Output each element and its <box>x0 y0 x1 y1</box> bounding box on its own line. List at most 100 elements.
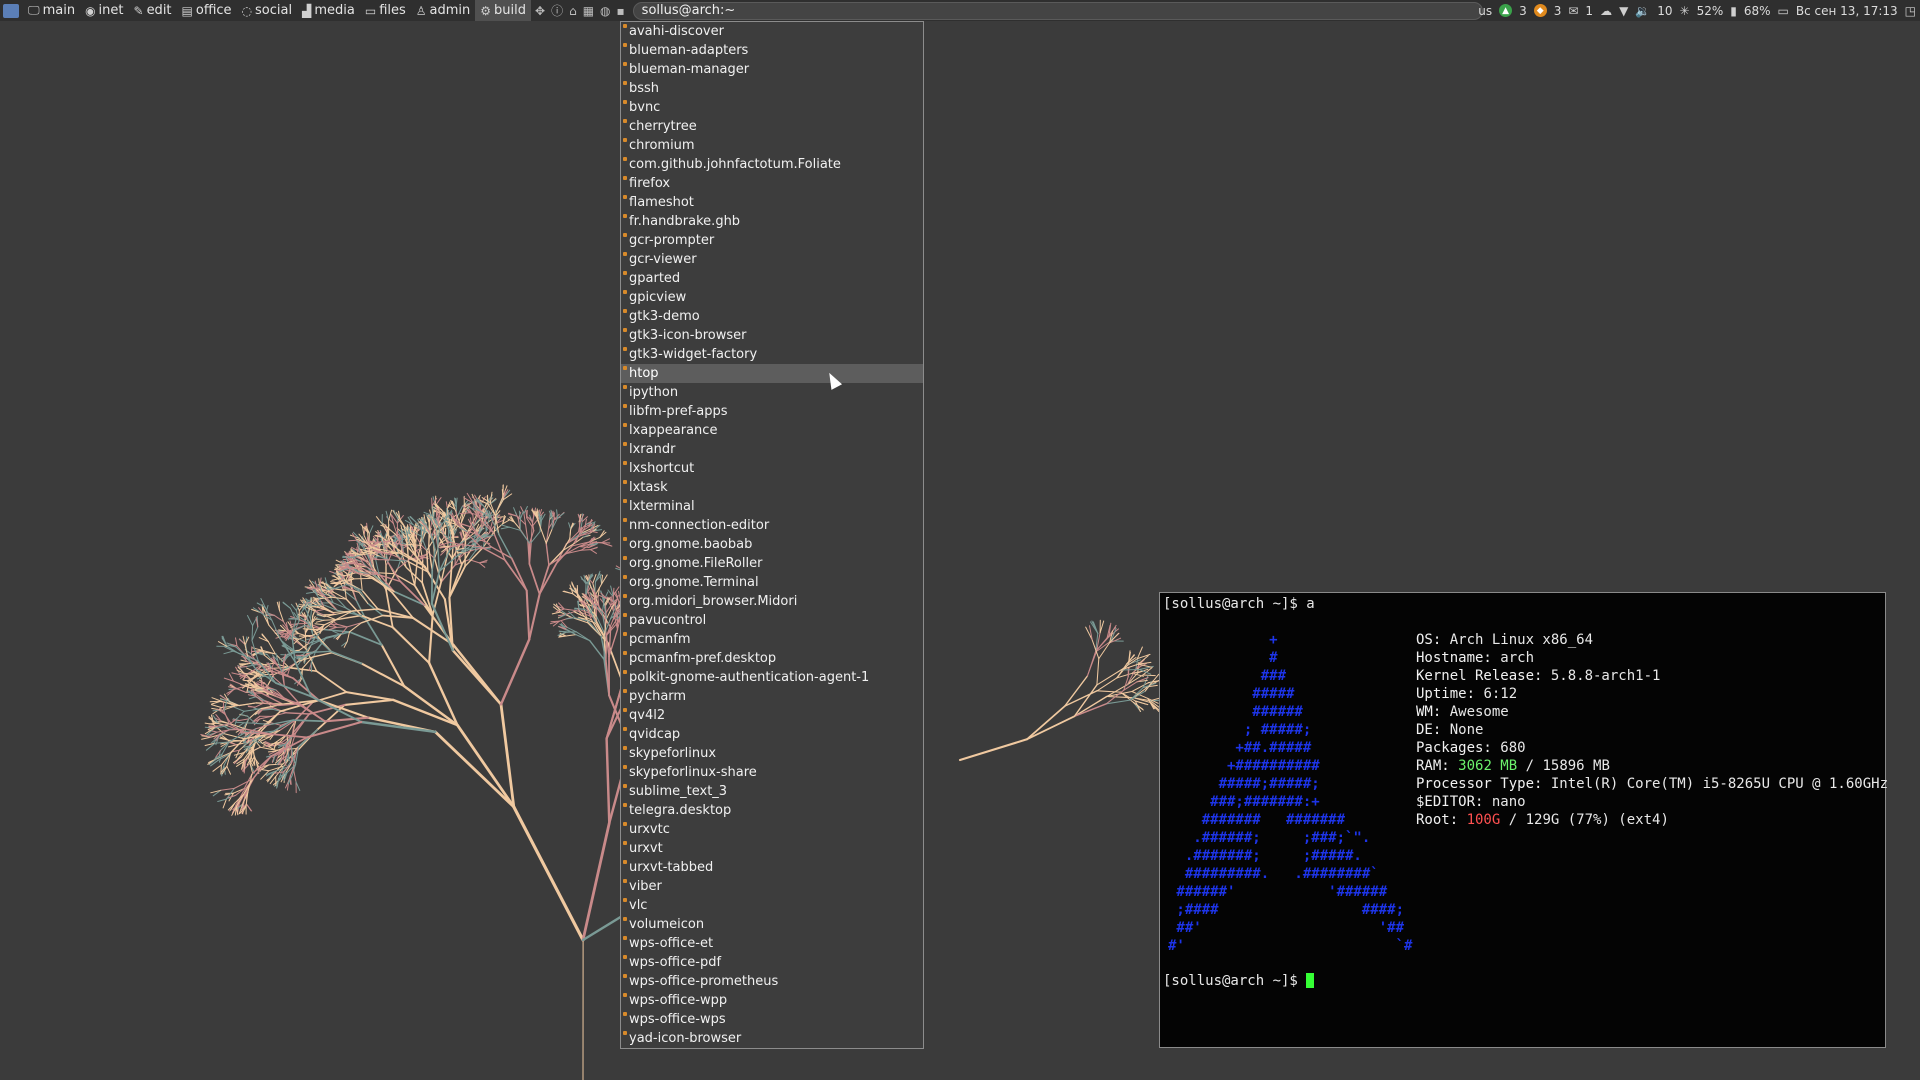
terminal-app-icon[interactable]: ▪ <box>617 4 625 18</box>
menu-item[interactable]: yad-icon-browser <box>621 1029 923 1048</box>
tag-inet[interactable]: ◉ inet <box>80 0 128 21</box>
terminal-window[interactable]: [sollus@arch ~]$ a + # ### ##### ###### … <box>1159 592 1888 1048</box>
menu-item[interactable]: pavucontrol <box>621 611 923 630</box>
menu-item[interactable]: htop <box>621 364 923 383</box>
menu-item[interactable]: bvnc <box>621 98 923 117</box>
menu-item[interactable]: urxvtc <box>621 820 923 839</box>
menu-item[interactable]: gcr-viewer <box>621 250 923 269</box>
menu-item[interactable]: gparted <box>621 269 923 288</box>
menu-item[interactable]: com.github.johnfactotum.Foliate <box>621 155 923 174</box>
menu-item[interactable]: qvidcap <box>621 725 923 744</box>
menu-item[interactable]: cherrytree <box>621 117 923 136</box>
update-icon[interactable]: ▲ <box>1499 4 1513 17</box>
browser-icon[interactable]: ◍ <box>600 4 610 18</box>
menu-item[interactable]: lxterminal <box>621 497 923 516</box>
clock[interactable]: Вс сен 13, 17:13 <box>1796 4 1898 18</box>
mail-icon[interactable]: ✉ <box>1568 4 1578 18</box>
tree-branch <box>530 526 533 544</box>
layout-icon[interactable]: ◳ <box>1905 4 1916 18</box>
menu-item[interactable]: fr.handbrake.ghb <box>621 212 923 231</box>
terminal-current-prompt[interactable]: [sollus@arch ~]$ <box>1163 972 1315 990</box>
menu-item[interactable]: gpicview <box>621 288 923 307</box>
tree-branch <box>559 616 572 622</box>
tree-branch <box>309 604 321 607</box>
menu-item[interactable]: skypeforlinux-share <box>621 763 923 782</box>
menu-item[interactable]: vlc <box>621 896 923 915</box>
home-icon[interactable]: ⌂ <box>569 4 577 18</box>
menu-item[interactable]: urxvt <box>621 839 923 858</box>
tag-main[interactable]: 🖵 main <box>23 0 80 21</box>
menu-item[interactable]: gtk3-widget-factory <box>621 345 923 364</box>
tree-branch <box>267 688 277 691</box>
menu-item[interactable]: org.gnome.Terminal <box>621 573 923 592</box>
menu-item[interactable]: bssh <box>621 79 923 98</box>
menu-item[interactable]: gtk3-demo <box>621 307 923 326</box>
tree-branch <box>500 526 510 530</box>
menu-item[interactable]: pcmanfm <box>621 630 923 649</box>
menu-item[interactable]: org.gnome.baobab <box>621 535 923 554</box>
menu-item[interactable]: telegra.desktop <box>621 801 923 820</box>
info-value-rest: / 129G (77%) (ext4) <box>1500 812 1669 828</box>
tag-social[interactable]: ◌ social <box>237 0 298 21</box>
menu-item[interactable]: qv4l2 <box>621 706 923 725</box>
menu-item[interactable]: lxshortcut <box>621 459 923 478</box>
grid-icon[interactable]: ▦ <box>583 4 594 18</box>
menu-item[interactable]: nm-connection-editor <box>621 516 923 535</box>
menu-item[interactable]: skypeforlinux <box>621 744 923 763</box>
package-icon[interactable]: ◆ <box>1533 4 1547 17</box>
logo-line: .######; ;###;`". <box>1168 830 1371 846</box>
menu-item[interactable]: avahi-discover <box>621 22 923 41</box>
menu-item[interactable]: wps-office-et <box>621 934 923 953</box>
menu-item[interactable]: volumeicon <box>621 915 923 934</box>
menu-item[interactable]: gtk3-icon-browser <box>621 326 923 345</box>
tag-build[interactable]: ⚙ build <box>475 0 531 21</box>
menu-item[interactable]: wps-office-wpp <box>621 991 923 1010</box>
menu-item[interactable]: wps-office-pdf <box>621 953 923 972</box>
info-icon[interactable]: ⓘ <box>551 2 563 19</box>
tag-files[interactable]: ▭ files <box>360 0 411 21</box>
tree-branch <box>552 510 555 519</box>
menu-item[interactable]: viber <box>621 877 923 896</box>
menu-item[interactable]: org.midori_browser.Midori <box>621 592 923 611</box>
tree-branch <box>345 691 395 701</box>
menu-item[interactable]: polkit-gnome-authentication-agent-1 <box>621 668 923 687</box>
brightness-icon[interactable]: ✳ <box>1680 4 1690 18</box>
menu-item[interactable]: pycharm <box>621 687 923 706</box>
screen-icon[interactable]: ▭ <box>1778 4 1789 18</box>
menu-item[interactable]: urxvt-tabbed <box>621 858 923 877</box>
menu-item[interactable]: wps-office-wps <box>621 1010 923 1029</box>
menu-item[interactable]: org.gnome.FileRoller <box>621 554 923 573</box>
menu-item[interactable]: lxtask <box>621 478 923 497</box>
tag-media[interactable]: ▟ media <box>297 0 360 21</box>
menu-item[interactable]: firefox <box>621 174 923 193</box>
menu-item[interactable]: lxrandr <box>621 440 923 459</box>
tree-branch <box>539 527 547 544</box>
tools-icon[interactable]: ✥ <box>535 4 545 18</box>
menu-item[interactable]: libfm-pref-apps <box>621 402 923 421</box>
keyboard-layout[interactable]: us <box>1478 4 1492 18</box>
menu-item[interactable]: blueman-manager <box>621 60 923 79</box>
menu-item[interactable]: gcr-prompter <box>621 231 923 250</box>
tree-branch <box>346 631 350 643</box>
tree-branch <box>358 591 369 604</box>
tag-edit[interactable]: ✎ edit <box>129 0 177 21</box>
volume-icon[interactable]: 🔉 <box>1635 4 1650 18</box>
tree-branch <box>1142 674 1156 677</box>
menu-item[interactable]: chromium <box>621 136 923 155</box>
launcher-menu-icon[interactable] <box>3 3 19 18</box>
menu-item[interactable]: pcmanfm-pref.desktop <box>621 649 923 668</box>
menu-item[interactable]: lxappearance <box>621 421 923 440</box>
battery-icon[interactable]: ▮ <box>1730 4 1737 18</box>
menu-item[interactable]: blueman-adapters <box>621 41 923 60</box>
wifi-icon[interactable]: ▼ <box>1619 4 1628 18</box>
menu-item[interactable]: ipython <box>621 383 923 402</box>
monitor-icon: 🖵 <box>28 3 40 17</box>
tag-admin[interactable]: ♙ admin <box>411 0 476 21</box>
menu-item[interactable]: sublime_text_3 <box>621 782 923 801</box>
tree-branch <box>243 679 253 682</box>
menu-item[interactable]: wps-office-prometheus <box>621 972 923 991</box>
tag-office[interactable]: ▤ office <box>177 0 237 21</box>
task-window-title[interactable]: sollus@arch:~ <box>632 1 1483 20</box>
cloud-icon[interactable]: ☁ <box>1600 4 1612 18</box>
menu-item[interactable]: flameshot <box>621 193 923 212</box>
